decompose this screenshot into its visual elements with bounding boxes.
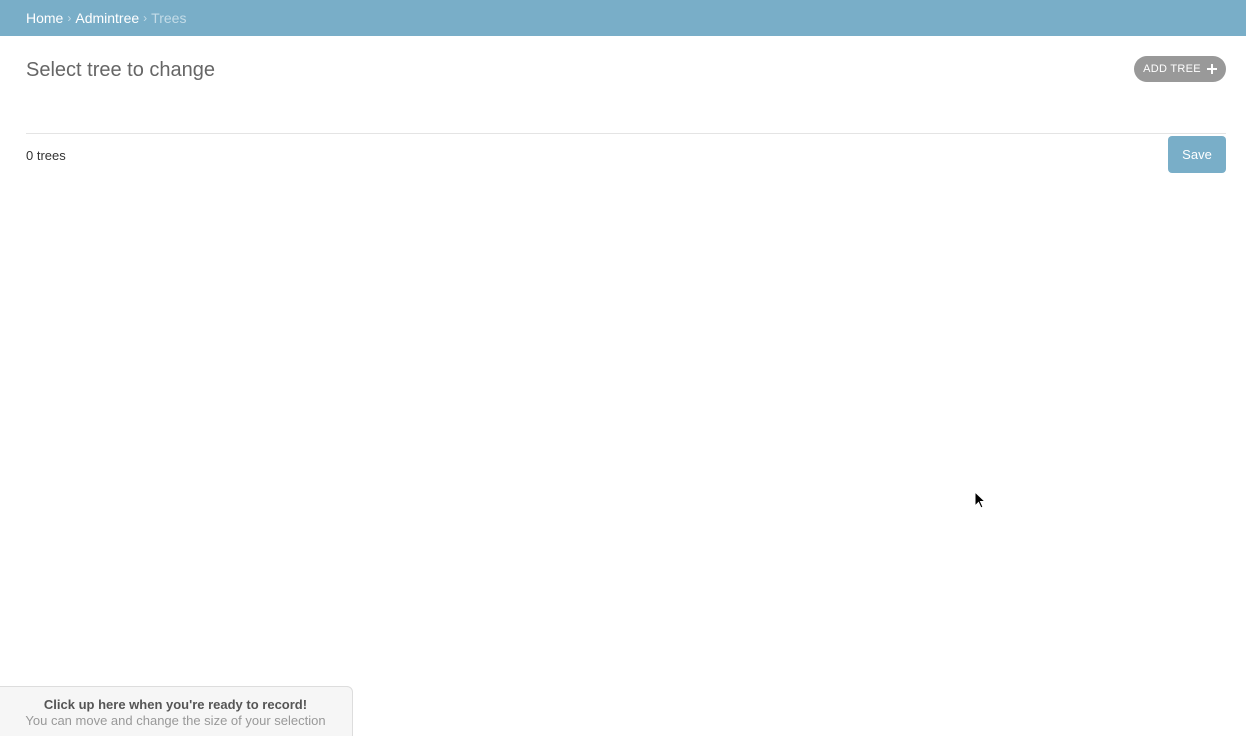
- add-tree-button[interactable]: Add tree: [1134, 56, 1226, 82]
- add-tree-button-label: Add tree: [1143, 63, 1201, 75]
- breadcrumb-separator: ›: [143, 11, 148, 25]
- page-title: Select tree to change: [26, 59, 216, 81]
- mouse-cursor-icon: [974, 491, 986, 509]
- result-count: 0 trees: [26, 148, 66, 163]
- recorder-banner-subtitle: You can move and change the size of your…: [25, 713, 326, 728]
- breadcrumb: Home › Admintree › Trees: [0, 0, 1246, 36]
- breadcrumb-separator: ›: [67, 11, 72, 25]
- breadcrumb-current: Trees: [151, 10, 187, 26]
- recorder-banner-title: Click up here when you're ready to recor…: [43, 697, 308, 712]
- breadcrumb-home-link[interactable]: Home: [26, 10, 63, 26]
- breadcrumb-admintree-link[interactable]: Admintree: [75, 10, 139, 26]
- save-button[interactable]: Save: [1168, 136, 1226, 173]
- plus-icon: [1206, 64, 1217, 74]
- divider: [26, 133, 1226, 134]
- recorder-banner[interactable]: Click up here when you're ready to recor…: [0, 686, 353, 736]
